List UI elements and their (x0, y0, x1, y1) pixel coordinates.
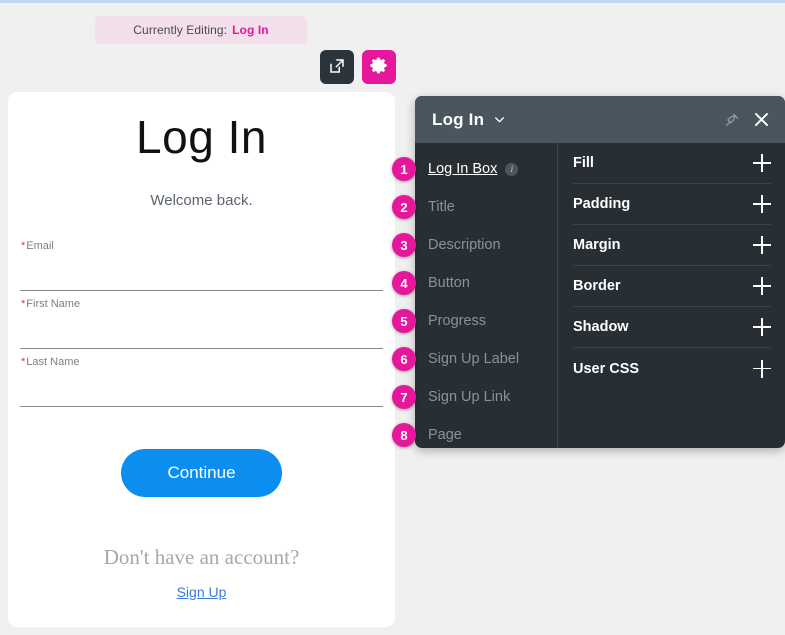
element-row-progress[interactable]: 5 Progress (415, 302, 557, 340)
element-label: Log In Box (428, 161, 497, 177)
element-row-sign-up-label[interactable]: 6 Sign Up Label (415, 340, 557, 378)
element-label: Page (428, 427, 462, 443)
element-badge: 3 (392, 233, 416, 257)
element-label: Progress (428, 313, 486, 329)
property-label: Fill (573, 155, 753, 171)
info-icon[interactable]: i (505, 163, 518, 176)
plus-icon[interactable] (753, 318, 771, 336)
inspector-body: 1 Log In Box i 2 Title 3 Description 4 B… (415, 143, 785, 448)
element-row-sign-up-link[interactable]: 7 Sign Up Link (415, 378, 557, 416)
element-row-title[interactable]: 2 Title (415, 188, 557, 226)
email-input[interactable] (20, 262, 383, 288)
property-row-fill[interactable]: Fill (573, 143, 771, 184)
element-badge: 4 (392, 271, 416, 295)
property-row-shadow[interactable]: Shadow (573, 307, 771, 348)
signup-link-row: Sign Up (20, 584, 383, 602)
top-accent-strip (0, 0, 785, 3)
property-row-user-css[interactable]: User CSS (573, 348, 771, 389)
open-external-button[interactable] (320, 50, 354, 84)
plus-icon[interactable] (753, 277, 771, 295)
login-preview-card: Log In Welcome back. *Email *First Name … (8, 92, 395, 627)
required-asterisk: * (21, 298, 25, 310)
plus-icon[interactable] (753, 195, 771, 213)
settings-button[interactable] (362, 50, 396, 84)
property-row-padding[interactable]: Padding (573, 184, 771, 225)
currently-editing-prefix: Currently Editing: (133, 23, 227, 37)
field-email: *Email (20, 233, 383, 291)
property-label: Shadow (573, 319, 753, 335)
plus-icon[interactable] (753, 154, 771, 172)
inspector-panel: Log In 1 Log In Box i (415, 96, 785, 448)
element-list: 1 Log In Box i 2 Title 3 Description 4 B… (415, 143, 558, 448)
login-form: *Email *First Name *Last Name Continue D… (8, 233, 395, 602)
close-icon[interactable] (752, 110, 771, 129)
property-label: User CSS (573, 361, 753, 377)
element-label: Sign Up Label (428, 351, 519, 367)
element-row-description[interactable]: 3 Description (415, 226, 557, 264)
element-badge: 7 (392, 385, 416, 409)
field-label-first-name: *First Name (21, 298, 80, 310)
element-badge: 2 (392, 195, 416, 219)
plus-icon[interactable] (753, 236, 771, 254)
element-row-button[interactable]: 4 Button (415, 264, 557, 302)
element-label: Sign Up Link (428, 389, 510, 405)
currently-editing-value: Log In (232, 23, 269, 37)
continue-button[interactable]: Continue (121, 449, 282, 497)
element-label: Title (428, 199, 455, 215)
field-last-name: *Last Name (20, 349, 383, 407)
gear-icon (370, 56, 389, 78)
property-list: Fill Padding Margin Border Shadow User C (558, 143, 785, 448)
currently-editing-banner: Currently Editing: Log In (95, 16, 307, 44)
property-row-border[interactable]: Border (573, 266, 771, 307)
inspector-header: Log In (415, 96, 785, 143)
external-link-icon (328, 57, 346, 78)
signup-prompt: Don't have an account? (20, 545, 383, 570)
login-subtitle: Welcome back. (8, 192, 395, 209)
property-label: Padding (573, 196, 753, 212)
login-title: Log In (8, 110, 395, 164)
element-label: Description (428, 237, 501, 253)
element-badge: 1 (392, 157, 416, 181)
element-row-page[interactable]: 8 Page (415, 416, 557, 454)
inspector-title: Log In (432, 110, 484, 130)
element-row-log-in-box[interactable]: 1 Log In Box i (415, 150, 557, 188)
pin-icon[interactable] (724, 112, 740, 128)
field-label-email: *Email (21, 240, 54, 252)
element-badge: 6 (392, 347, 416, 371)
chevron-down-icon[interactable] (493, 113, 506, 126)
plus-icon[interactable] (753, 360, 771, 378)
property-row-margin[interactable]: Margin (573, 225, 771, 266)
field-first-name: *First Name (20, 291, 383, 349)
property-label: Margin (573, 237, 753, 253)
property-label: Border (573, 278, 753, 294)
last-name-input[interactable] (20, 378, 383, 404)
element-badge: 5 (392, 309, 416, 333)
submit-row: Continue (20, 449, 383, 497)
field-label-last-name: *Last Name (21, 356, 79, 368)
required-asterisk: * (21, 356, 25, 368)
element-label: Button (428, 275, 470, 291)
element-badge: 8 (392, 423, 416, 447)
required-asterisk: * (21, 240, 25, 252)
floating-toolbar (320, 50, 396, 84)
first-name-input[interactable] (20, 320, 383, 346)
signup-link[interactable]: Sign Up (177, 584, 227, 600)
